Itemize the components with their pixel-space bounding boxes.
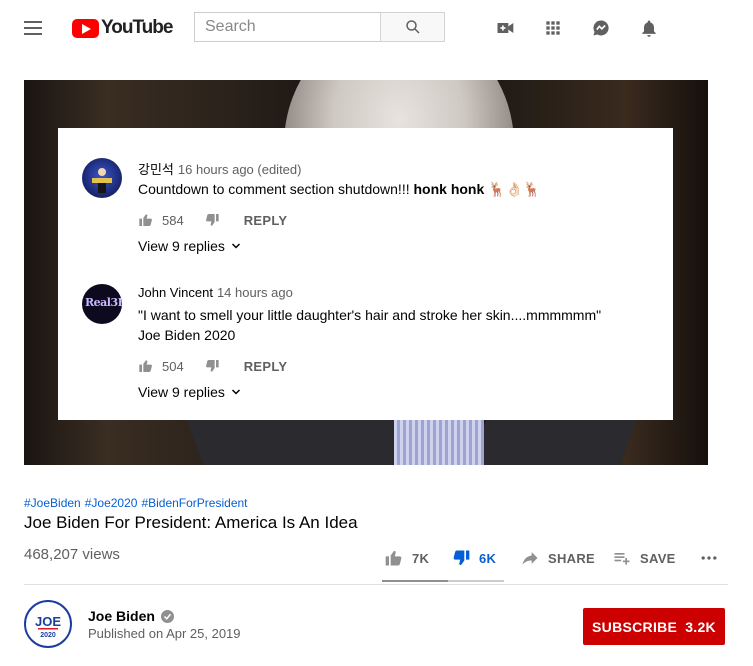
notifications-icon[interactable] [637,16,661,40]
comment-actions: 584 REPLY [138,211,287,229]
sentiment-bar [382,580,504,582]
save-label: SAVE [640,550,676,566]
save-button[interactable]: SAVE [612,548,676,568]
more-actions-button[interactable] [699,548,727,568]
share-label: SHARE [548,550,596,566]
subscriber-count: 3.2K [685,618,716,635]
view-replies-label: View 9 replies [138,384,225,400]
comment-avatar-text: Real3R [85,296,122,309]
subscribe-button[interactable]: SUBSCRIBE 3.2K [583,608,725,645]
menu-icon[interactable] [24,18,46,38]
like-count: 7K [412,550,430,566]
comment-avatar[interactable] [82,158,122,198]
channel-name[interactable]: Joe Biden [88,608,174,624]
comment-like-count: 584 [162,212,184,228]
view-replies-button[interactable]: View 9 replies [138,238,242,254]
share-icon [522,552,538,565]
top-bar: YouTube [0,0,753,56]
comment-avatar[interactable]: Real3R [82,284,122,324]
playlist-add-icon [614,553,630,565]
channel-avatar[interactable]: JOE 2020 [24,600,72,648]
search-button[interactable] [380,12,445,42]
thumb-down-icon[interactable] [204,212,220,228]
channel-avatar-text-bottom: 2020 [40,632,56,639]
publish-date: Published on Apr 25, 2019 [88,626,241,641]
dislike-button[interactable]: 6K [451,548,496,568]
comment-text: Countdown to comment section shutdown!!!… [138,179,540,199]
subscribe-label: SUBSCRIBE [592,618,678,635]
divider [24,584,728,585]
apps-icon[interactable] [541,16,565,40]
create-video-icon[interactable] [493,16,517,40]
search-input[interactable] [194,12,380,42]
channel-avatar-text-top: JOE [35,614,61,629]
thumb-up-icon[interactable] [138,358,154,374]
thumb-up-icon [385,550,402,566]
dislike-count: 6K [479,550,497,566]
search-icon [405,20,420,34]
hashtags: #JoeBiden #Joe2020 #BidenForPresident [24,496,252,510]
verified-badge-icon [160,609,174,623]
comment-text-bold: honk honk [413,181,485,197]
youtube-logo[interactable]: YouTube [72,16,173,40]
view-count: 468,207 views [24,546,120,563]
sentiment-bar-fill [382,580,448,582]
video-title: Joe Biden For President: America Is An I… [24,513,358,532]
more-horiz-icon [701,556,717,560]
like-button[interactable]: 7K [384,548,429,568]
comment-like-count: 504 [162,358,184,374]
thumb-up-icon[interactable] [138,212,154,228]
share-button[interactable]: SHARE [520,548,595,568]
comment-timestamp[interactable]: 14 hours ago [217,285,293,300]
comment-text-line-2: Joe Biden 2020 [138,327,236,343]
thumb-down-icon[interactable] [204,358,220,374]
messages-icon[interactable] [589,16,613,40]
comment-overlay: 강민석 16 hours ago (edited) Countdown to co… [58,128,673,420]
comment-emoji: 🦌👌🏻🦌 [488,181,541,197]
chevron-down-icon [231,389,240,395]
comment-timestamp[interactable]: 16 hours ago (edited) [178,162,302,177]
chevron-down-icon [231,243,240,249]
youtube-play-icon [72,18,99,38]
reply-button[interactable]: REPLY [244,213,288,228]
hashtag-link[interactable]: #Joe2020 [85,496,138,510]
comment-actions: 504 REPLY [138,357,287,375]
hashtag-link[interactable]: #JoeBiden [24,496,81,510]
logo-text: YouTube [101,17,173,38]
thumb-down-icon [453,550,470,566]
comment-author[interactable]: 강민석 [138,162,174,177]
comment-text-body: Countdown to comment section shutdown!!! [138,181,414,197]
hashtag-link[interactable]: #BidenForPresident [141,496,247,510]
view-replies-button[interactable]: View 9 replies [138,384,242,400]
channel-name-text: Joe Biden [88,608,155,624]
comment-text-line-1: "I want to smell your little daughter's … [138,307,602,323]
comment-author[interactable]: John Vincent [138,285,213,300]
view-replies-label: View 9 replies [138,238,225,254]
reply-button[interactable]: REPLY [244,359,288,374]
